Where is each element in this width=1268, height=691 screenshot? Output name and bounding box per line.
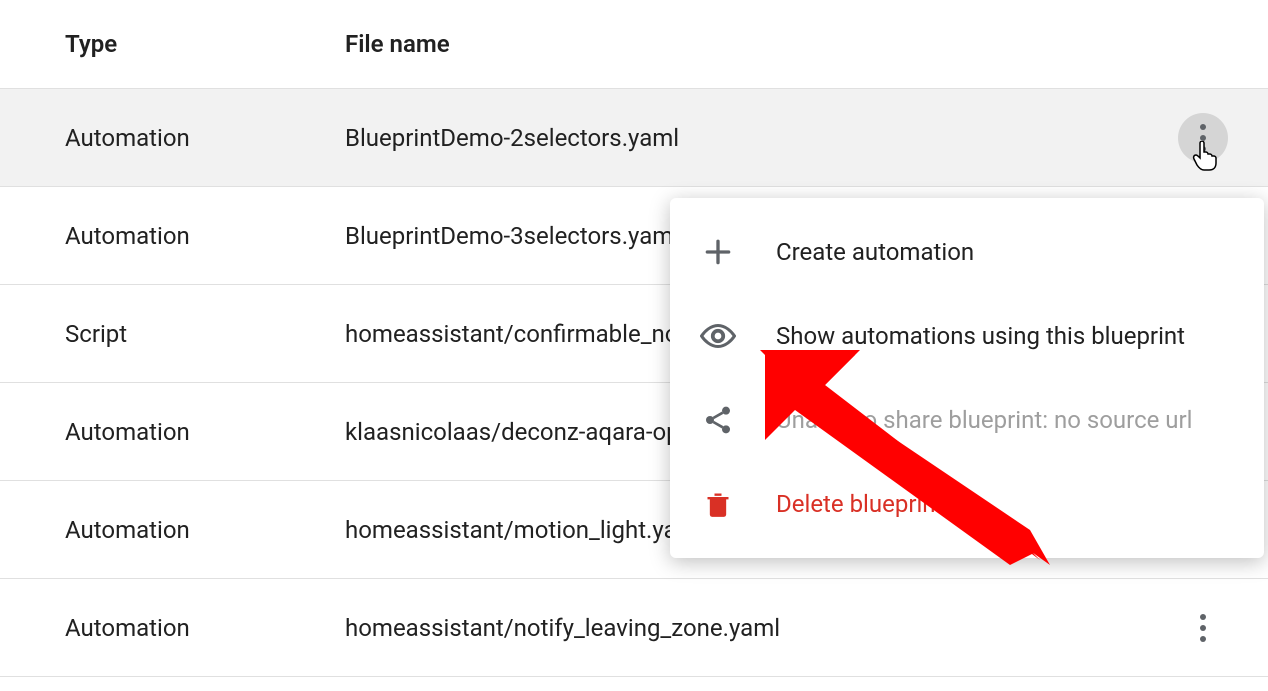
cell-type: Automation [65, 516, 345, 544]
cell-type: Automation [65, 614, 345, 642]
menu-delete-blueprint[interactable]: Delete blueprint [670, 462, 1264, 546]
vertical-dots-icon [1200, 614, 1206, 642]
menu-show-automations[interactable]: Show automations using this blueprint [670, 294, 1264, 378]
plus-icon [700, 234, 736, 270]
table-row[interactable]: Automation homeassistant/notify_leaving_… [0, 579, 1268, 677]
cell-type: Script [65, 320, 345, 348]
menu-share-blueprint: Unable to share blueprint: no source url [670, 378, 1264, 462]
menu-label: Delete blueprint [776, 490, 943, 518]
table-header: Type File name [0, 0, 1268, 89]
cell-type: Automation [65, 222, 345, 250]
trash-icon [700, 486, 736, 522]
cell-filename: BlueprintDemo-2selectors.yaml [345, 124, 1178, 152]
more-options-button[interactable] [1178, 113, 1228, 163]
vertical-dots-icon [1200, 124, 1206, 152]
cell-filename: homeassistant/notify_leaving_zone.yaml [345, 614, 1178, 642]
cell-type: Automation [65, 124, 345, 152]
share-icon [700, 402, 736, 438]
menu-label: Unable to share blueprint: no source url [776, 406, 1193, 434]
menu-create-automation[interactable]: Create automation [670, 210, 1264, 294]
header-filename: File name [345, 30, 1268, 58]
context-menu: Create automation Show automations using… [670, 198, 1264, 558]
cell-type: Automation [65, 418, 345, 446]
header-type: Type [65, 30, 345, 58]
menu-label: Create automation [776, 238, 974, 266]
table-row[interactable]: Automation BlueprintDemo-2selectors.yaml [0, 89, 1268, 187]
more-options-button[interactable] [1178, 603, 1228, 653]
menu-label: Show automations using this blueprint [776, 322, 1185, 350]
eye-icon [700, 318, 736, 354]
